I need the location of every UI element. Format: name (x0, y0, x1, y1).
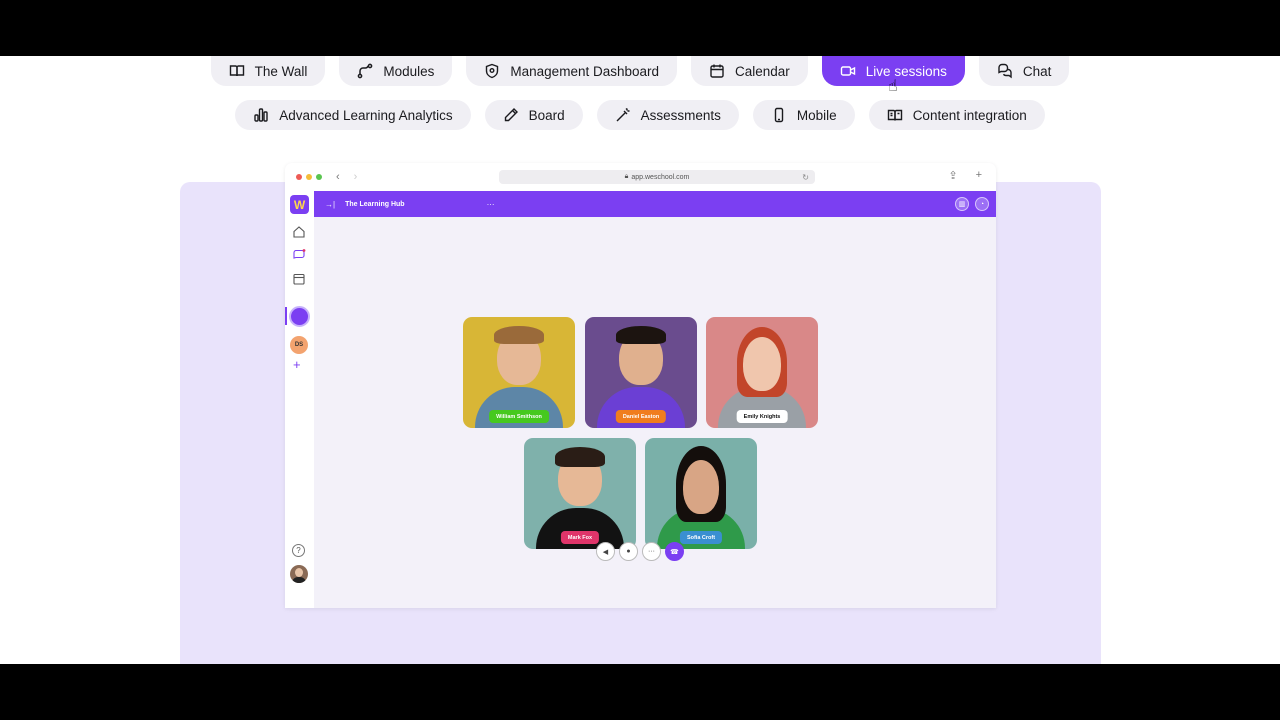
user-avatar[interactable] (290, 565, 308, 583)
tab-the-wall[interactable]: The Wall (210, 56, 326, 86)
collapse-sidebar-icon[interactable]: →| (325, 200, 335, 209)
pencil-icon (504, 108, 518, 122)
space-title: The Learning Hub (345, 200, 405, 208)
notifications-bell-icon[interactable]: ◔ (975, 197, 989, 211)
calendar-icon (710, 64, 724, 78)
end-call-icon[interactable]: ☎ (665, 542, 684, 561)
lock-icon: 🔒︎ (624, 173, 629, 180)
weschool-logo[interactable]: W (290, 195, 309, 214)
feature-tabs-row-2: Advanced Learning Analytics Board Assess… (0, 100, 1280, 130)
call-controls: ◀ ● ··· ☎ (596, 542, 684, 561)
url-text: app.weschool.com (631, 173, 690, 181)
tab-modules[interactable]: Modules (339, 56, 453, 86)
participant-hair (616, 326, 666, 344)
microphone-icon[interactable]: ● (619, 542, 638, 561)
participant-name-tag: Sofia Croft (679, 531, 723, 544)
feature-tabs-row-1: The Wall Modules Management Dashboard Ca… (0, 56, 1280, 86)
chat-icon[interactable] (292, 248, 306, 262)
participant-hair (494, 326, 544, 344)
maximize-dot-icon[interactable] (316, 174, 322, 180)
tab-label: Modules (383, 63, 435, 79)
video-tile-daniel[interactable]: Daniel Easton (585, 317, 697, 428)
browser-actions: ⇪ + (948, 169, 982, 182)
tab-label: Chat (1022, 63, 1052, 79)
shield-icon (486, 63, 499, 79)
book-icon (887, 109, 902, 121)
calendar-icon[interactable] (292, 272, 306, 286)
home-icon[interactable] (292, 225, 306, 239)
tab-label: Live sessions (865, 63, 947, 79)
active-indicator (285, 307, 287, 325)
more-options-icon[interactable]: ··· (487, 200, 495, 209)
tab-label: Assessments (640, 107, 721, 123)
forward-arrow-icon[interactable]: › (354, 171, 358, 183)
tab-assessments[interactable]: Assessments (596, 100, 739, 130)
video-tile-mark[interactable]: Mark Fox (524, 438, 636, 549)
video-tile-emily[interactable]: Emily Knights (706, 317, 818, 428)
refresh-icon[interactable]: ↻ (802, 173, 809, 182)
speaker-icon[interactable]: ◀ (596, 542, 615, 561)
browser-nav: ‹ › (336, 171, 357, 183)
address-bar[interactable]: 🔒︎ app.weschool.com ↻ (499, 170, 815, 184)
tab-label: Board (528, 107, 565, 123)
wand-icon (616, 108, 630, 122)
participant-hair (555, 447, 605, 467)
participant-face (683, 460, 719, 514)
add-space-icon[interactable]: + (293, 357, 301, 372)
share-icon[interactable]: ⇪ (948, 169, 957, 182)
new-tab-icon[interactable]: + (976, 169, 982, 182)
tab-label: The Wall (254, 63, 308, 79)
bar-chart-icon (254, 108, 268, 122)
tab-board[interactable]: Board (484, 100, 583, 130)
path-icon (358, 63, 373, 79)
more-icon[interactable]: ··· (642, 542, 661, 561)
video-tile-sofia[interactable]: Sofia Croft (645, 438, 757, 549)
window-controls (296, 174, 322, 180)
tab-chat[interactable]: Chat (978, 56, 1070, 86)
back-arrow-icon[interactable]: ‹ (336, 171, 340, 183)
participant-name-tag: Emily Knights (736, 410, 788, 423)
space-header: →| The Learning Hub ··· ▥ ◔ (314, 191, 996, 217)
app-sidebar: W DS + ? (285, 191, 314, 608)
browser-chrome: ‹ › 🔒︎ app.weschool.com ↻ ⇪ + (285, 163, 996, 191)
participant-name-tag: William Smithson (489, 410, 549, 423)
header-actions: ▥ ◔ (955, 197, 989, 211)
help-icon[interactable]: ? (292, 544, 305, 557)
analytics-icon[interactable]: ▥ (955, 197, 969, 211)
book-open-icon (229, 65, 244, 77)
live-session-space-icon[interactable] (289, 306, 310, 327)
tab-label: Calendar (735, 63, 790, 79)
hand-pointer-cursor-icon: ☝ (888, 78, 898, 95)
video-camera-icon (840, 66, 855, 76)
minimize-dot-icon[interactable] (306, 174, 312, 180)
mobile-phone-icon (774, 107, 784, 123)
tab-calendar[interactable]: Calendar (691, 56, 808, 86)
tab-label: Management Dashboard (510, 63, 659, 79)
space-avatar[interactable]: DS (290, 336, 308, 354)
tab-mobile[interactable]: Mobile (752, 100, 855, 130)
chat-bubbles-icon (998, 63, 1012, 79)
tab-content-integration[interactable]: Content integration (868, 100, 1045, 130)
tab-label: Content integration (912, 107, 1027, 123)
tab-advanced-learning-analytics[interactable]: Advanced Learning Analytics (235, 100, 471, 130)
tab-label: Mobile (796, 107, 837, 123)
video-tile-william[interactable]: William Smithson (463, 317, 575, 428)
participant-face (743, 337, 781, 391)
tab-management-dashboard[interactable]: Management Dashboard (466, 56, 677, 86)
tab-label: Advanced Learning Analytics (279, 107, 453, 123)
participant-name-tag: Daniel Easton (615, 410, 667, 423)
participant-name-tag: Mark Fox (560, 531, 600, 544)
close-dot-icon[interactable] (296, 174, 302, 180)
